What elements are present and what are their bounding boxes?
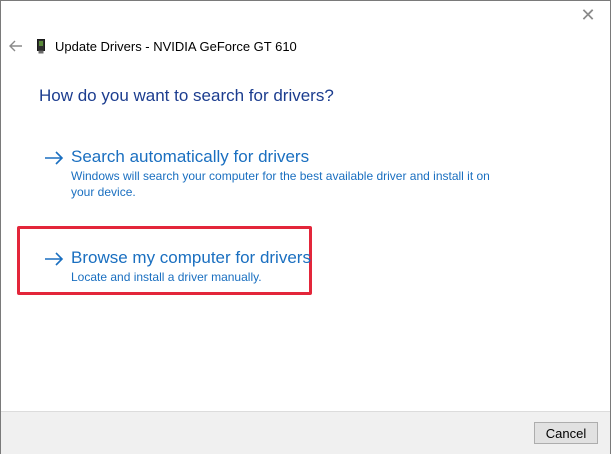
cancel-button[interactable]: Cancel: [534, 422, 598, 444]
update-drivers-dialog: ✕ Update Drivers - NVIDIA GeForce GT 610…: [0, 0, 611, 454]
option-description: Windows will search your computer for th…: [71, 169, 490, 199]
option-label: Search automatically for drivers: [71, 147, 310, 166]
close-icon[interactable]: ✕: [576, 5, 600, 25]
page-heading: How do you want to search for drivers?: [39, 86, 334, 105]
browse-computer-option[interactable]: Browse my computer for drivers Locate an…: [43, 247, 311, 285]
search-automatically-option[interactable]: Search automatically for drivers Windows…: [43, 146, 511, 200]
graphics-card-icon: [35, 38, 47, 54]
dialog-titlebar: Update Drivers - NVIDIA GeForce GT 610: [7, 35, 297, 57]
dialog-footer: Cancel: [1, 411, 610, 454]
option-label: Browse my computer for drivers: [71, 248, 311, 267]
option-description: Locate and install a driver manually.: [71, 270, 262, 284]
dialog-title: Update Drivers - NVIDIA GeForce GT 610: [55, 38, 297, 54]
right-arrow-icon: [43, 148, 65, 168]
back-arrow-icon[interactable]: [7, 37, 25, 55]
right-arrow-icon: [43, 249, 65, 269]
